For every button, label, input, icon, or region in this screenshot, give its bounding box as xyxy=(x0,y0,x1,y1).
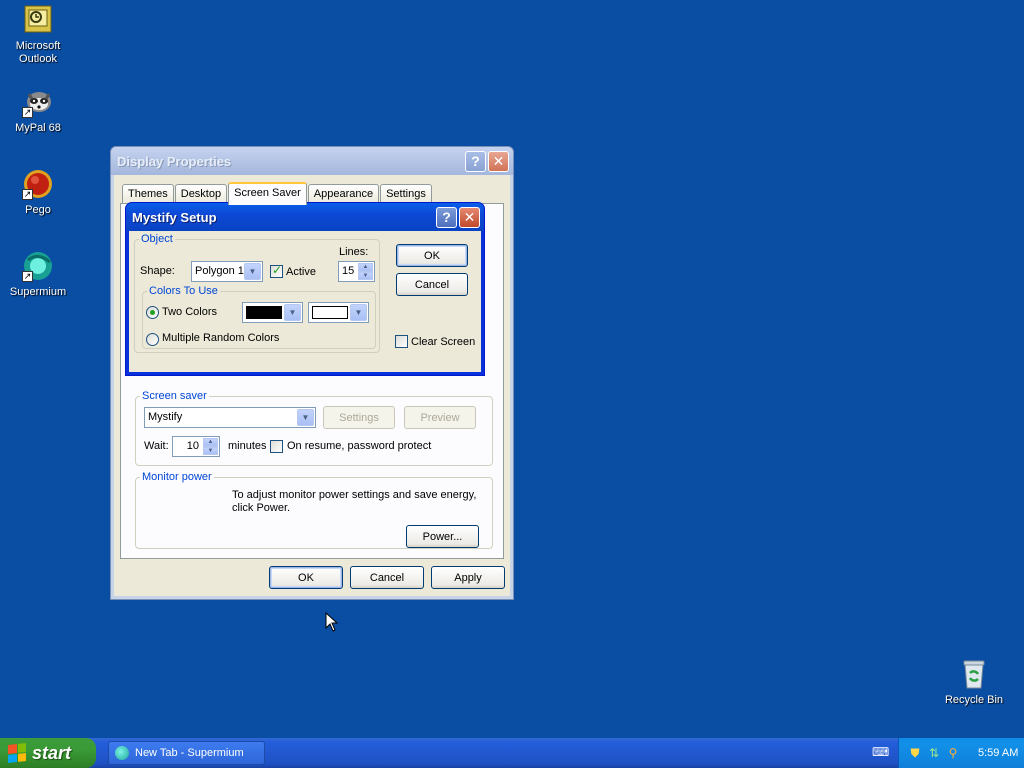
security-shield-icon[interactable]: ⛊ xyxy=(907,745,923,761)
apply-button[interactable]: Apply xyxy=(431,566,505,589)
taskbar: start New Tab - Supermium ⌨ ⛊ ⇅ ⚲ 5:59 A… xyxy=(0,738,1024,768)
dialog-title: Mystify Setup xyxy=(132,209,217,225)
desktop-icon-label: Microsoft Outlook xyxy=(15,40,61,65)
screen-saver-select[interactable]: Mystify ▼ xyxy=(144,407,316,428)
taskbar-item-supermium[interactable]: New Tab - Supermium xyxy=(108,741,265,765)
close-button[interactable]: ✕ xyxy=(488,150,509,172)
system-tray: ⛊ ⇅ ⚲ 5:59 AM xyxy=(898,738,1024,768)
mystify-body: Object Shape: Polygon 1 ▼ Active Lines: … xyxy=(129,231,481,372)
group-legend: Object xyxy=(141,233,173,245)
tab-themes[interactable]: Themes xyxy=(122,184,174,204)
mystify-titlebar[interactable]: Mystify Setup ? ✕ xyxy=(126,203,484,231)
desktop-icon-outlook[interactable]: Microsoft Outlook xyxy=(0,4,76,66)
lines-value: 15 xyxy=(342,265,355,277)
chevron-down-icon[interactable]: ▼ xyxy=(350,304,367,321)
pego-icon: ↗ xyxy=(22,168,54,200)
clock[interactable]: 5:59 AM xyxy=(978,747,1018,759)
help-button[interactable]: ? xyxy=(465,150,486,172)
desktop-icon-mypal[interactable]: ↗ MyPal 68 xyxy=(0,86,76,135)
spin-up-icon[interactable]: ▲ xyxy=(358,263,373,272)
two-colors-label[interactable]: Two Colors xyxy=(162,306,217,318)
start-label: start xyxy=(32,742,72,763)
ok-button[interactable]: OK xyxy=(396,244,468,267)
chevron-down-icon[interactable]: ▼ xyxy=(284,304,301,321)
spin-down-icon[interactable]: ▼ xyxy=(203,446,218,455)
network-icon[interactable]: ⇅ xyxy=(926,745,942,761)
preview-button[interactable]: Preview xyxy=(404,406,476,429)
start-button[interactable]: start xyxy=(0,738,96,768)
lines-label: Lines: xyxy=(339,246,369,258)
group-legend: Screen saver xyxy=(142,390,207,402)
window-title: Display Properties xyxy=(117,153,232,169)
active-checkbox[interactable] xyxy=(270,263,283,278)
power-button[interactable]: Power... xyxy=(406,525,479,548)
desktop-icon-label: Recycle Bin xyxy=(944,694,1004,706)
desktop-icon-pego[interactable]: ↗ Pego xyxy=(0,168,76,217)
supermium-icon xyxy=(115,746,129,760)
clear-screen-checkbox[interactable] xyxy=(395,335,408,348)
cancel-button[interactable]: Cancel xyxy=(350,566,424,589)
multiple-colors-label[interactable]: Multiple Random Colors xyxy=(162,332,279,344)
tab-appearance[interactable]: Appearance xyxy=(307,184,380,204)
shortcut-arrow-icon: ↗ xyxy=(22,271,33,282)
password-protect-label[interactable]: On resume, password protect xyxy=(287,440,431,452)
two-colors-radio[interactable] xyxy=(146,306,159,319)
recycle-bin-icon xyxy=(958,658,990,690)
lines-stepper[interactable]: 15 ▲ ▼ xyxy=(338,261,375,282)
wait-label: Wait: xyxy=(144,440,169,452)
chevron-down-icon[interactable]: ▼ xyxy=(244,263,261,280)
shape-label: Shape: xyxy=(140,265,175,277)
shape-select[interactable]: Polygon 1 ▼ xyxy=(191,261,263,282)
spin-down-icon[interactable]: ▼ xyxy=(358,271,373,280)
tab-screen-saver[interactable]: Screen Saver xyxy=(228,182,307,205)
raccoon-icon: ↗ xyxy=(22,86,54,118)
supermium-icon: ↗ xyxy=(22,250,54,282)
tab-desktop[interactable]: Desktop xyxy=(174,184,228,204)
windows-flag-icon xyxy=(8,743,26,763)
display-properties-titlebar[interactable]: Display Properties ? ✕ xyxy=(111,147,513,175)
help-button[interactable]: ? xyxy=(436,206,457,228)
active-label[interactable]: Active xyxy=(286,266,316,278)
desktop-icon-label: MyPal 68 xyxy=(15,122,61,134)
selected-screen-saver: Mystify xyxy=(148,411,183,423)
color2-select[interactable]: ▼ xyxy=(308,302,369,323)
desktop-icon-supermium[interactable]: ↗ Supermium xyxy=(0,250,76,299)
selected-shape: Polygon 1 xyxy=(195,265,244,277)
keyboard-icon[interactable]: ⌨ xyxy=(872,746,889,758)
cancel-button[interactable]: Cancel xyxy=(396,273,468,296)
outlook-icon xyxy=(22,4,54,36)
search-icon[interactable]: ⚲ xyxy=(945,745,961,761)
minutes-label: minutes xyxy=(228,440,267,452)
mouse-cursor-icon xyxy=(325,612,339,632)
settings-button[interactable]: Settings xyxy=(323,406,395,429)
chevron-down-icon[interactable]: ▼ xyxy=(297,409,314,426)
color2-swatch xyxy=(312,306,348,319)
desktop-icon-label: Supermium xyxy=(9,286,67,298)
clear-screen-label[interactable]: Clear Screen xyxy=(411,336,475,348)
password-protect-checkbox[interactable] xyxy=(270,440,283,453)
tab-settings[interactable]: Settings xyxy=(380,184,432,204)
monitor-power-description: To adjust monitor power settings and sav… xyxy=(232,489,477,514)
group-legend: Colors To Use xyxy=(149,285,218,297)
taskbar-item-label: New Tab - Supermium xyxy=(135,747,244,759)
spin-up-icon[interactable]: ▲ xyxy=(203,438,218,447)
multiple-colors-radio[interactable] xyxy=(146,333,159,346)
desktop-icon-recycle-bin[interactable]: Recycle Bin xyxy=(936,658,1012,707)
ok-button[interactable]: OK xyxy=(269,566,343,589)
desktop-icon-label: Pego xyxy=(25,204,51,216)
color1-select[interactable]: ▼ xyxy=(242,302,303,323)
close-button[interactable]: ✕ xyxy=(459,206,480,228)
shortcut-arrow-icon: ↗ xyxy=(22,107,33,118)
wait-value: 10 xyxy=(186,440,199,452)
group-legend: Monitor power xyxy=(142,471,212,483)
mystify-setup-dialog: Mystify Setup ? ✕ Object Shape: Polygon … xyxy=(125,202,485,376)
wait-minutes-stepper[interactable]: 10 ▲ ▼ xyxy=(172,436,220,457)
shortcut-arrow-icon: ↗ xyxy=(22,189,33,200)
color1-swatch xyxy=(246,306,282,319)
